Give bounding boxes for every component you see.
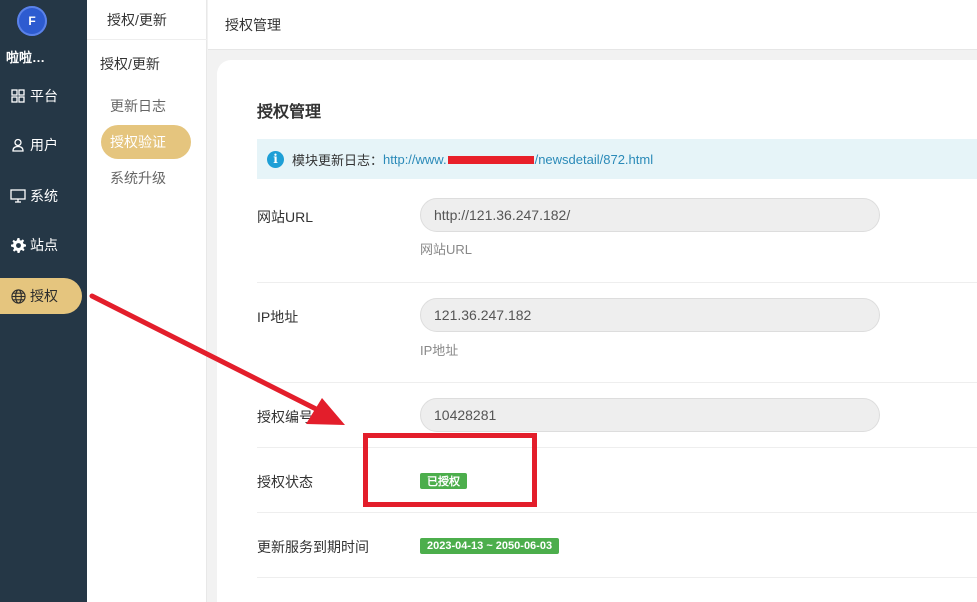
nav-item-label: 站点	[30, 237, 58, 253]
info-icon: i	[267, 150, 284, 168]
nav-item-license[interactable]: 授权	[0, 278, 82, 314]
submenu-item-system-upgrade[interactable]: 系统升级	[101, 161, 191, 195]
monitor-icon	[10, 188, 26, 204]
ip-address-input[interactable]	[420, 298, 880, 332]
submenu-item-license-verify[interactable]: 授权验证	[101, 125, 191, 159]
page-title: 授权管理	[257, 104, 322, 121]
website-url-input[interactable]	[420, 198, 880, 232]
field-label: 网站URL	[257, 209, 314, 225]
link-start: http://www.	[383, 151, 447, 167]
topbar-title: 授权管理	[225, 16, 281, 33]
user-icon	[10, 137, 26, 153]
field-hint: 网站URL	[420, 242, 473, 257]
submenu-item-changelog[interactable]: 更新日志	[101, 89, 191, 123]
logo[interactable]: F	[17, 6, 47, 36]
nav-item-platform[interactable]: 平台	[0, 78, 82, 114]
license-number-input[interactable]	[420, 398, 880, 432]
form-row-ip: IP地址 IP地址	[257, 283, 977, 383]
brand-name: 啦啦…	[6, 50, 46, 65]
annotation-highlight-box	[363, 433, 537, 507]
update-notice: i 模块更新日志： http://www. /newsdetail/872.htm…	[257, 139, 977, 179]
gear-icon	[10, 237, 26, 253]
field-label: 更新服务到期时间	[257, 539, 369, 555]
content-card: 授权管理 i 模块更新日志： http://www. /newsdetail/87…	[217, 60, 977, 602]
grid-icon	[10, 88, 26, 104]
nav-item-label: 平台	[30, 88, 58, 104]
field-label: IP地址	[257, 309, 299, 325]
nav-item-label: 用户	[30, 137, 58, 153]
link-end: /newsdetail/872.html	[534, 151, 654, 167]
field-hint: IP地址	[420, 343, 459, 358]
submenu: 授权/更新 授权/更新 更新日志 授权验证 系统升级	[87, 0, 207, 602]
nav-item-label: 系统	[30, 188, 58, 204]
form-row-url: 网站URL 网站URL	[257, 180, 977, 283]
topbar: 授权管理	[208, 0, 977, 50]
field-label: 授权状态	[257, 474, 313, 490]
form-row-expiry: 更新服务到期时间 2023-04-13 ~ 2050-06-03	[257, 513, 977, 578]
logo-text: F	[28, 14, 36, 28]
nav-item-site[interactable]: 站点	[0, 227, 82, 263]
notice-prefix: 模块更新日志：	[292, 152, 384, 168]
changelog-link[interactable]: http://www. /newsdetail/872.html	[383, 152, 653, 167]
submenu-title: 授权/更新	[100, 56, 160, 72]
redaction-mark	[447, 156, 534, 165]
nav-item-label: 授权	[30, 288, 58, 304]
main-sidebar: F 啦啦… 平台 用户 系统 站点 授权	[0, 0, 87, 602]
expiry-date-badge: 2023-04-13 ~ 2050-06-03	[420, 538, 560, 554]
nav-item-user[interactable]: 用户	[0, 127, 82, 163]
nav-item-system[interactable]: 系统	[0, 178, 82, 214]
globe-icon	[10, 288, 26, 304]
submenu-header: 授权/更新	[87, 0, 207, 40]
field-label: 授权编号	[257, 409, 313, 425]
